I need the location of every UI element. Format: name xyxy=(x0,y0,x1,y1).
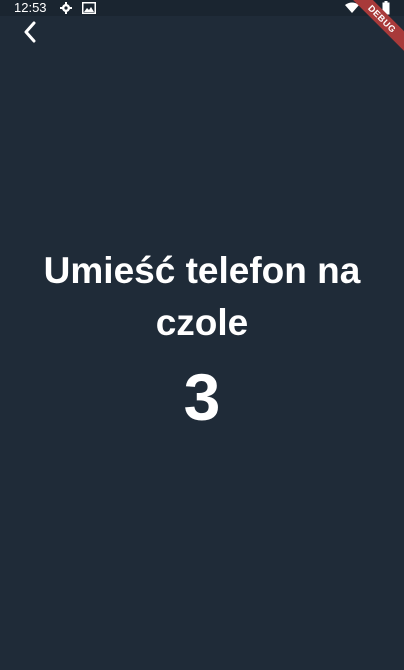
image-icon xyxy=(82,2,96,14)
chevron-left-icon xyxy=(22,21,38,48)
app-screen: 12:53 DEBUG Umieść telefon na czole 3 xyxy=(0,0,404,670)
instruction-text: Umieść telefon na czole xyxy=(43,250,361,343)
gear-icon xyxy=(60,2,72,14)
status-bar: 12:53 xyxy=(0,0,404,16)
battery-icon xyxy=(382,1,394,15)
countdown-number: 3 xyxy=(183,360,221,434)
back-button[interactable] xyxy=(14,20,46,48)
status-time: 12:53 xyxy=(14,0,47,15)
main-content: Umieść telefon na czole 3 xyxy=(0,245,404,437)
wifi-icon xyxy=(345,2,359,14)
